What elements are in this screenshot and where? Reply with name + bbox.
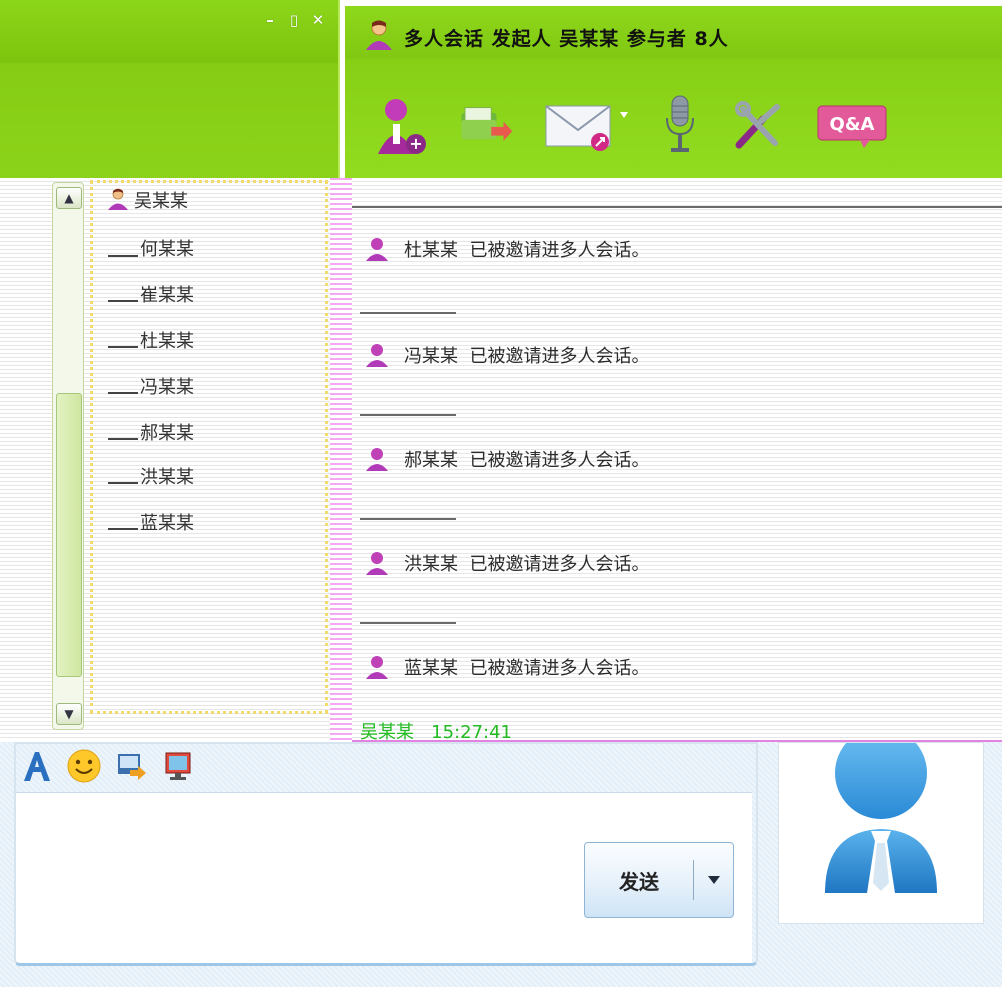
mail-icon bbox=[545, 105, 628, 151]
mail-button[interactable] bbox=[544, 98, 630, 154]
user-icon bbox=[366, 448, 388, 471]
send-options-button[interactable] bbox=[694, 875, 733, 885]
send-label: 发送 bbox=[619, 869, 659, 894]
window-controls: – ▯ ✕ bbox=[262, 12, 326, 28]
qa-button[interactable]: Q&A bbox=[816, 98, 892, 154]
member-list bbox=[90, 180, 328, 714]
close-icon[interactable]: ✕ bbox=[310, 12, 326, 28]
member-connector bbox=[108, 482, 138, 484]
system-message: 冯某某 已被邀请进多人会话。 bbox=[364, 342, 649, 368]
add-user-icon: + bbox=[378, 99, 426, 154]
user-icon bbox=[366, 552, 388, 575]
qa-icon: Q&A bbox=[817, 105, 887, 148]
add-member-button[interactable]: + bbox=[372, 98, 428, 154]
user-icon bbox=[366, 656, 388, 679]
member-avatar-icon bbox=[106, 187, 130, 218]
svg-text:+: + bbox=[409, 134, 422, 153]
message-text: 已被邀请进多人会话。 bbox=[469, 346, 650, 367]
scroll-thumb[interactable] bbox=[56, 393, 82, 677]
minimize-icon[interactable]: – bbox=[262, 12, 278, 28]
message-time: 15:27:41 bbox=[431, 722, 513, 740]
member-connector bbox=[108, 392, 138, 394]
member-connector bbox=[108, 528, 138, 530]
message-text: 已被邀请进多人会话。 bbox=[469, 240, 650, 261]
member-connector bbox=[108, 346, 138, 348]
member-item[interactable]: 崔某某 bbox=[140, 284, 194, 308]
message-text: 已被邀请进多人会话。 bbox=[469, 554, 650, 575]
member-item[interactable]: 冯某某 bbox=[140, 376, 194, 400]
message-separator bbox=[360, 414, 456, 416]
member-connector bbox=[108, 300, 138, 302]
system-message: 郝某某 已被邀请进多人会话。 bbox=[364, 446, 649, 472]
conversation-title: 多人会话 发起人 吴某某 参与者 8人 bbox=[404, 27, 729, 50]
member-item[interactable]: 杜某某 bbox=[140, 330, 194, 354]
send-file-button[interactable] bbox=[458, 98, 514, 154]
user-icon bbox=[366, 238, 388, 261]
member-connector bbox=[108, 438, 138, 440]
send-file-icon bbox=[461, 107, 513, 141]
member-list-scrollbar[interactable]: ▲ ▼ bbox=[52, 182, 84, 730]
message-user: 洪某某 bbox=[404, 554, 458, 575]
scroll-down-icon[interactable]: ▼ bbox=[56, 703, 82, 725]
member-item[interactable]: 何某某 bbox=[140, 238, 194, 262]
message-separator bbox=[360, 312, 456, 314]
system-message: 杜某某 已被邀请进多人会话。 bbox=[364, 236, 649, 262]
sender-name: 吴某某 bbox=[360, 722, 414, 740]
message-text: 已被邀请进多人会话。 bbox=[469, 450, 650, 471]
svg-text:Q&A: Q&A bbox=[830, 114, 875, 135]
message-text: 已被邀请进多人会话。 bbox=[469, 658, 650, 679]
member-item[interactable]: 吴某某 bbox=[106, 188, 188, 214]
message-separator bbox=[360, 622, 456, 624]
member-name: 吴某某 bbox=[134, 191, 188, 212]
member-item[interactable]: 洪某某 bbox=[140, 466, 194, 490]
user-icon bbox=[366, 344, 388, 367]
maximize-icon[interactable]: ▯ bbox=[286, 12, 302, 28]
member-item[interactable]: 蓝某某 bbox=[140, 512, 194, 536]
message-user: 冯某某 bbox=[404, 346, 458, 367]
chevron-down-icon bbox=[707, 876, 720, 884]
message-sender-line: 吴某某 15:27:41 bbox=[360, 718, 512, 740]
member-item[interactable]: 郝某某 bbox=[140, 422, 194, 446]
message-user: 蓝某某 bbox=[404, 658, 458, 679]
member-panel-header: – ▯ ✕ bbox=[0, 0, 340, 178]
system-message: 洪某某 已被邀请进多人会话。 bbox=[364, 550, 649, 576]
message-user: 杜某某 bbox=[404, 240, 458, 261]
settings-button[interactable] bbox=[730, 98, 786, 154]
tools-icon bbox=[735, 101, 780, 149]
member-connector bbox=[108, 255, 138, 257]
voice-button[interactable] bbox=[660, 95, 700, 154]
send-button[interactable]: 发送 bbox=[584, 842, 734, 918]
conversation-toolbar: + Q&A bbox=[372, 95, 892, 154]
scroll-up-icon[interactable]: ▲ bbox=[56, 187, 82, 209]
group-user-icon bbox=[362, 18, 396, 56]
system-message: 蓝某某 已被邀请进多人会话。 bbox=[364, 654, 649, 680]
message-user: 郝某某 bbox=[404, 450, 458, 471]
conversation-title-row: 多人会话 发起人 吴某某 参与者 8人 bbox=[362, 18, 729, 56]
chat-top-divider bbox=[352, 206, 1002, 208]
message-separator bbox=[360, 518, 456, 520]
contact-avatar bbox=[778, 727, 984, 924]
chat-divider bbox=[330, 178, 352, 742]
microphone-icon bbox=[666, 95, 694, 152]
avatar-icon bbox=[825, 727, 937, 903]
